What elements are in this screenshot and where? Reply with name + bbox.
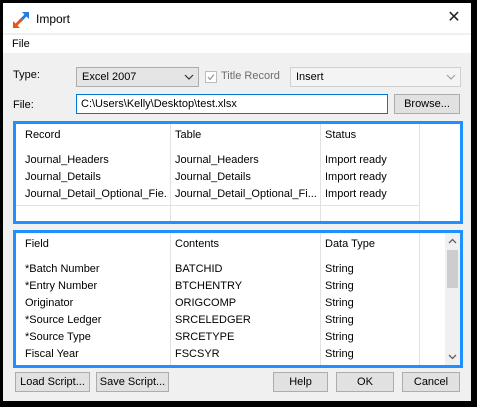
table-row[interactable]: Journal_Details Journal_Details Import r… [16, 169, 460, 186]
title-bar: Import ✕ [3, 3, 471, 33]
record-table: Journal_Detail_Optional_Fi... [175, 188, 317, 200]
checkmark-icon [207, 74, 215, 81]
field-name: Fiscal Year [25, 348, 79, 360]
help-label: Help [289, 376, 312, 388]
scroll-up-icon[interactable] [447, 236, 458, 247]
table-row[interactable]: Journal_Headers Journal_Headers Import r… [16, 152, 460, 169]
field-contents: SRCELEDGER [175, 314, 251, 326]
chevron-down-icon [446, 74, 456, 80]
field-data-type: String [325, 263, 354, 275]
import-mode-dropdown[interactable]: Insert [290, 67, 461, 87]
records-table-header: Record Table Status [16, 124, 460, 146]
cancel-label: Cancel [413, 376, 449, 388]
field-contents: FSCSYR [175, 348, 220, 360]
records-table: Record Table Status Journal_Headers Jour… [13, 121, 463, 224]
file-label: File: [13, 99, 34, 111]
ok-button[interactable]: OK [336, 372, 394, 392]
type-dropdown-value: Excel 2007 [82, 71, 137, 83]
record-status: Import ready [325, 154, 387, 166]
save-script-button[interactable]: Save Script... [96, 372, 169, 392]
import-mode-value: Insert [296, 71, 324, 83]
record-table: Journal_Details [175, 171, 251, 183]
record-status: Import ready [325, 188, 387, 200]
chevron-down-icon [184, 74, 194, 80]
record-name: Journal_Details [25, 171, 101, 183]
title-record-checkbox[interactable] [205, 71, 217, 83]
table-row[interactable]: Originator ORIGCOMP String [16, 295, 460, 312]
field-contents: ORIGCOMP [175, 297, 237, 309]
file-path-input[interactable]: C:\Users\Kelly\Desktop\test.xlsx [76, 94, 388, 114]
field-contents: BATCHID [175, 263, 223, 275]
field-data-type: String [325, 280, 354, 292]
row-divider [16, 205, 419, 206]
field-name: *Batch Number [25, 263, 100, 275]
field-data-type: String [325, 297, 354, 309]
field-name: *Source Ledger [25, 314, 102, 326]
close-icon: ✕ [447, 9, 461, 26]
record-name: Journal_Detail_Optional_Fie... [25, 188, 168, 200]
menu-file[interactable]: File [12, 38, 30, 50]
file-path-value: C:\Users\Kelly\Desktop\test.xlsx [81, 98, 237, 110]
column-header-data-type[interactable]: Data Type [325, 238, 375, 250]
record-status: Import ready [325, 171, 387, 183]
title-record-label: Title Record [221, 70, 280, 82]
field-name: *Entry Number [25, 280, 98, 292]
column-header-field[interactable]: Field [25, 238, 49, 250]
table-row[interactable]: *Entry Number BTCHENTRY String [16, 278, 460, 295]
record-table: Journal_Headers [175, 154, 259, 166]
field-data-type: String [325, 314, 354, 326]
type-label: Type: [13, 69, 40, 81]
fields-table: Field Contents Data Type *Batch Number B… [13, 230, 463, 368]
field-contents: BTCHENTRY [175, 280, 243, 292]
table-row[interactable]: *Source Ledger SRCELEDGER String [16, 312, 460, 329]
save-script-label: Save Script... [99, 376, 166, 388]
column-header-record[interactable]: Record [25, 129, 60, 141]
browse-button-label: Browse... [404, 98, 450, 110]
import-icon [13, 12, 29, 28]
help-button[interactable]: Help [273, 372, 328, 392]
import-dialog: Import ✕ File Type: Excel 2007 Title Rec… [3, 3, 471, 401]
field-contents: SRCETYPE [175, 331, 235, 343]
scrollbar-thumb[interactable] [447, 250, 458, 288]
table-row[interactable]: Journal_Detail_Optional_Fie... Journal_D… [16, 186, 460, 203]
field-data-type: String [325, 348, 354, 360]
fields-scrollbar[interactable] [445, 233, 460, 365]
column-header-table[interactable]: Table [175, 129, 201, 141]
close-button[interactable]: ✕ [437, 3, 471, 33]
table-row[interactable]: Fiscal Year FSCSYR String [16, 346, 460, 363]
browse-button[interactable]: Browse... [394, 94, 460, 114]
ok-label: OK [357, 376, 373, 388]
type-dropdown[interactable]: Excel 2007 [76, 67, 199, 87]
table-row[interactable]: *Source Type SRCETYPE String [16, 329, 460, 346]
column-header-status[interactable]: Status [325, 129, 356, 141]
load-script-label: Load Script... [20, 376, 85, 388]
field-data-type: String [325, 331, 354, 343]
field-name: *Source Type [25, 331, 91, 343]
table-row[interactable]: *Batch Number BATCHID String [16, 261, 460, 278]
cancel-button[interactable]: Cancel [402, 372, 460, 392]
record-name: Journal_Headers [25, 154, 109, 166]
column-header-contents[interactable]: Contents [175, 238, 219, 250]
menu-bar: File [3, 35, 471, 53]
scroll-down-icon[interactable] [447, 351, 458, 362]
load-script-button[interactable]: Load Script... [15, 372, 90, 392]
field-name: Originator [25, 297, 74, 309]
fields-table-header: Field Contents Data Type [16, 233, 460, 255]
window-title: Import [36, 12, 71, 26]
